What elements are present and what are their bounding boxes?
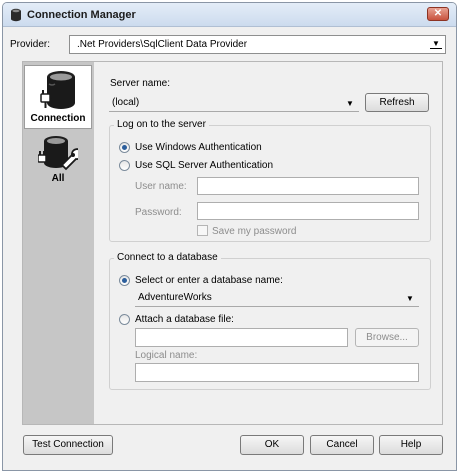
refresh-button[interactable]: Refresh: [365, 93, 429, 112]
database-group-title: Connect to a database: [114, 252, 221, 263]
server-name-label: Server name:: [110, 78, 171, 89]
select-database-label: Select or enter a database name:: [135, 275, 283, 286]
window-title: Connection Manager: [27, 9, 136, 21]
username-input[interactable]: [198, 178, 418, 194]
sql-auth-label: Use SQL Server Authentication: [135, 160, 274, 171]
password-input[interactable]: [198, 203, 418, 219]
logical-name-label: Logical name:: [135, 350, 198, 361]
attach-database-label: Attach a database file:: [135, 314, 234, 325]
browse-button[interactable]: Browse...: [355, 328, 419, 347]
chevron-down-icon: ▼: [346, 99, 354, 108]
logical-name-field[interactable]: [135, 363, 419, 382]
provider-dropdown[interactable]: .Net Providers\SqlClient Data Provider ▼: [69, 35, 446, 54]
select-database-radio[interactable]: [119, 275, 130, 286]
server-name-value: (local): [112, 97, 140, 108]
save-password-checkbox[interactable]: [197, 225, 208, 236]
help-button[interactable]: Help: [379, 435, 443, 455]
chevron-down-icon: ▼: [430, 39, 442, 49]
ok-button[interactable]: OK: [240, 435, 304, 455]
logon-group-title: Log on to the server: [114, 119, 209, 130]
password-label: Password:: [135, 207, 182, 218]
chevron-down-icon: ▼: [406, 294, 414, 303]
close-button[interactable]: ✕: [427, 7, 449, 21]
sidebar-item-connection[interactable]: Connection: [24, 65, 92, 129]
database-icon: [11, 8, 21, 22]
provider-value: .Net Providers\SqlClient Data Provider: [77, 39, 248, 50]
logical-name-input[interactable]: [136, 364, 418, 381]
database-file-input[interactable]: [136, 329, 347, 346]
username-field[interactable]: [197, 177, 419, 195]
test-connection-button[interactable]: Test Connection: [23, 435, 113, 455]
connection-manager-window: Connection Manager ✕ Provider: .Net Prov…: [2, 2, 457, 471]
title-bar: Connection Manager ✕: [3, 3, 456, 27]
database-wrench-icon: [38, 136, 78, 171]
database-plug-icon: [40, 71, 75, 109]
save-password-label: Save my password: [212, 226, 297, 237]
sidebar-item-label: Connection: [30, 113, 86, 124]
database-name-value: AdventureWorks: [138, 292, 212, 303]
close-icon: ✕: [433, 8, 443, 19]
provider-label: Provider:: [10, 39, 51, 50]
database-name-dropdown[interactable]: AdventureWorks ▼: [135, 289, 419, 307]
server-name-dropdown[interactable]: (local) ▼: [109, 94, 359, 112]
username-label: User name:: [135, 181, 187, 192]
database-file-field[interactable]: [135, 328, 348, 347]
sql-auth-radio[interactable]: [119, 160, 130, 171]
attach-database-radio[interactable]: [119, 314, 130, 325]
password-field[interactable]: [197, 202, 419, 220]
cancel-button[interactable]: Cancel: [310, 435, 374, 455]
sidebar-item-all[interactable]: All: [24, 133, 92, 185]
windows-auth-radio[interactable]: [119, 142, 130, 153]
windows-auth-label: Use Windows Authentication: [135, 142, 262, 153]
sidebar-item-label: All: [51, 173, 65, 184]
